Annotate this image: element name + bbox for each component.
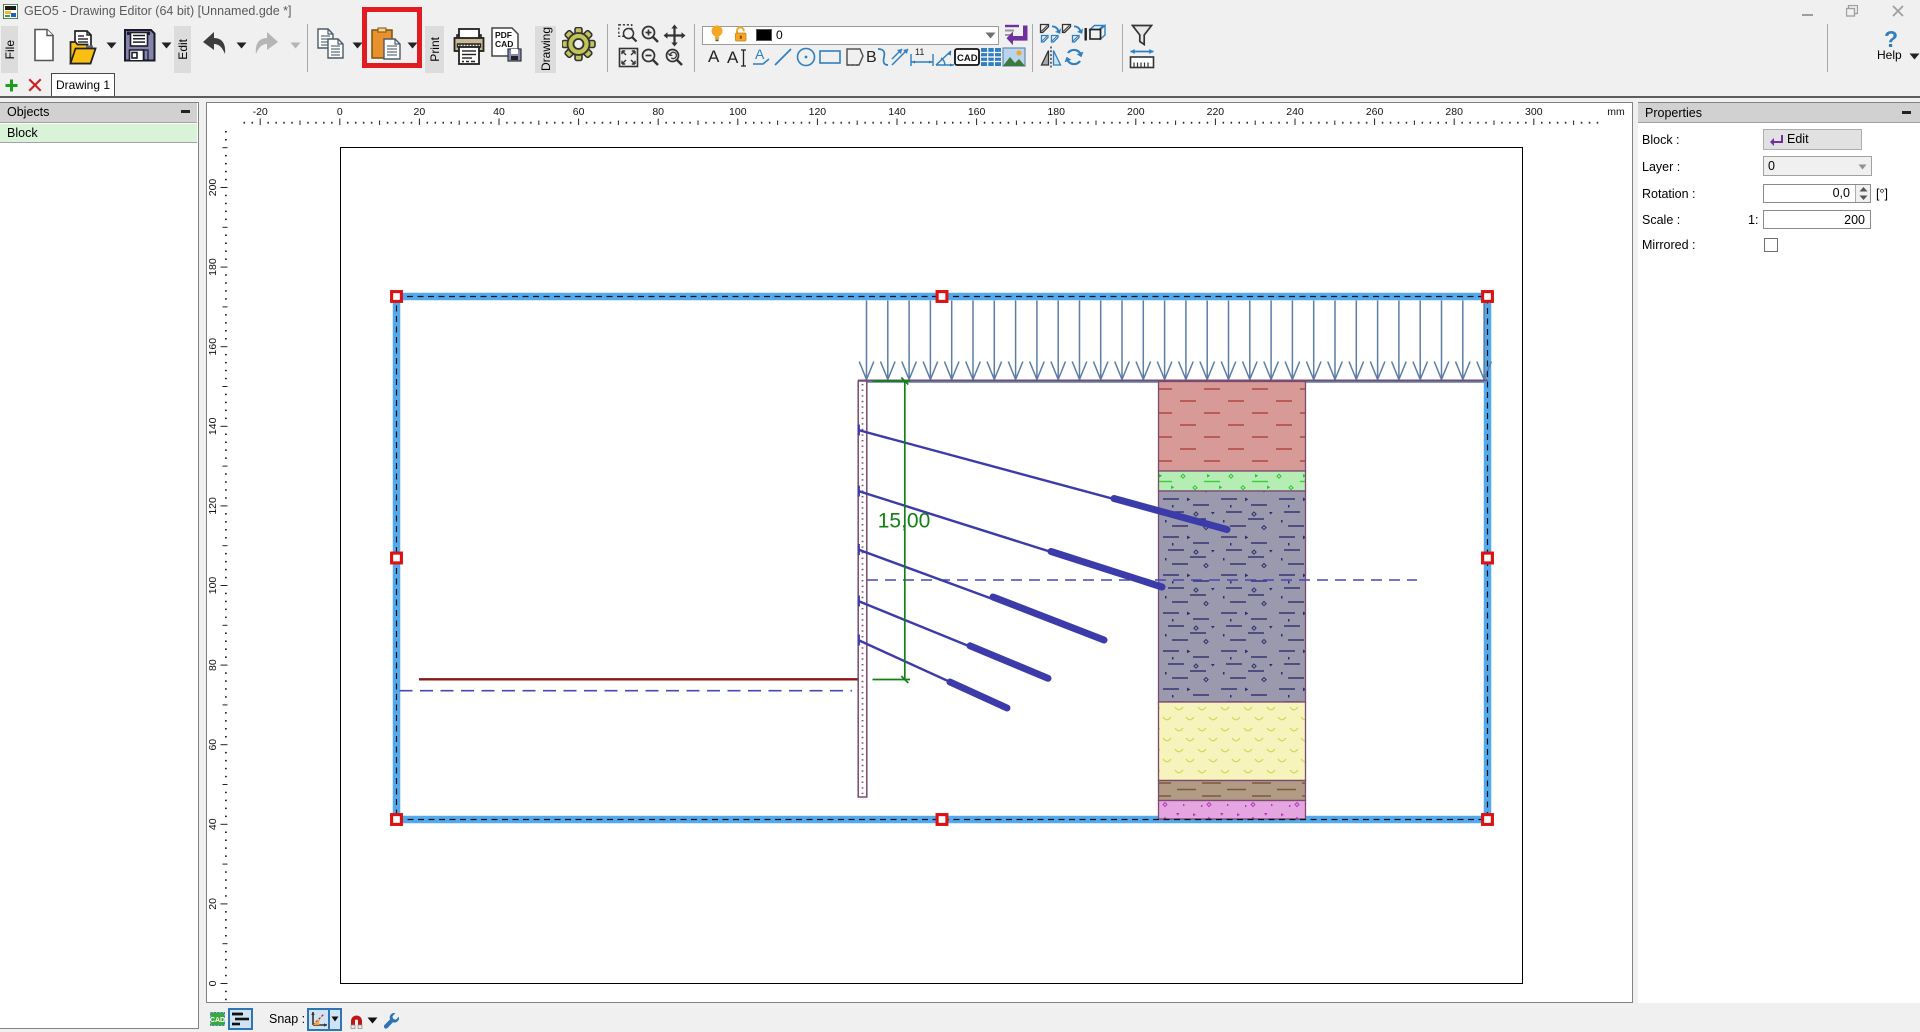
svg-text:180: 180 — [207, 258, 219, 276]
svg-text:200: 200 — [1127, 106, 1145, 118]
svg-text:60: 60 — [207, 739, 219, 751]
svg-text:220: 220 — [1207, 106, 1225, 118]
svg-text:60: 60 — [573, 106, 585, 118]
svg-text:240: 240 — [1286, 106, 1304, 118]
svg-text:140: 140 — [888, 106, 906, 118]
svg-text:CAD: CAD — [210, 1017, 225, 1024]
svg-text:mm: mm — [1607, 106, 1625, 118]
svg-text:120: 120 — [809, 106, 827, 118]
svg-text:20: 20 — [207, 898, 219, 910]
svg-text:100: 100 — [207, 577, 219, 595]
svg-text:260: 260 — [1366, 106, 1384, 118]
svg-text:180: 180 — [1047, 106, 1065, 118]
svg-text:160: 160 — [207, 338, 219, 356]
svg-text:120: 120 — [207, 497, 219, 515]
svg-text:0: 0 — [337, 106, 343, 118]
svg-text:-20: -20 — [253, 106, 268, 118]
svg-text:280: 280 — [1445, 106, 1463, 118]
svg-text:20: 20 — [414, 106, 426, 118]
svg-text:200: 200 — [207, 179, 219, 197]
svg-text:100: 100 — [729, 106, 747, 118]
svg-text:140: 140 — [207, 417, 219, 435]
svg-text:40: 40 — [493, 106, 505, 118]
svg-text:15,00: 15,00 — [878, 510, 931, 533]
svg-text:0: 0 — [207, 980, 219, 986]
svg-text:80: 80 — [652, 106, 664, 118]
svg-text:160: 160 — [968, 106, 986, 118]
svg-text:80: 80 — [207, 659, 219, 671]
svg-text:300: 300 — [1525, 106, 1543, 118]
svg-text:40: 40 — [207, 818, 219, 830]
